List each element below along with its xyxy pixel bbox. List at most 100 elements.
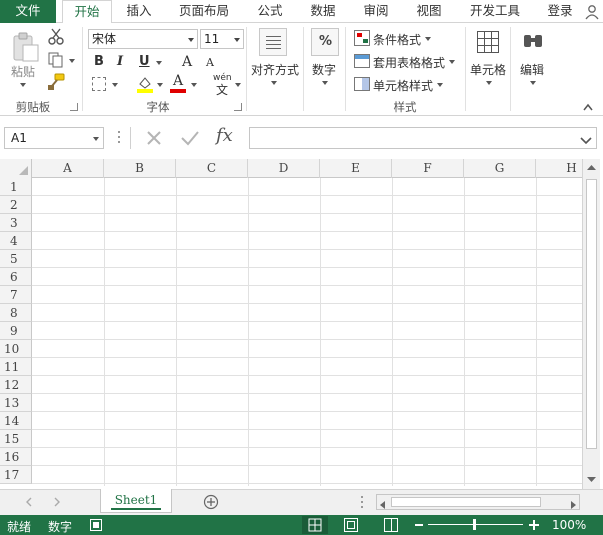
name-box[interactable]: A1 <box>4 127 104 149</box>
number-dropdown-icon[interactable] <box>322 81 328 85</box>
cells-icon[interactable] <box>477 31 499 53</box>
horizontal-scrollbar[interactable] <box>376 494 580 510</box>
row-header-4[interactable]: 4 <box>0 232 32 250</box>
editing-label[interactable]: 编辑 <box>520 61 544 78</box>
row-header-3[interactable]: 3 <box>0 214 32 232</box>
number-format-icon[interactable]: % <box>311 28 339 56</box>
insert-function-icon[interactable]: fx <box>216 125 242 149</box>
column-header-C[interactable]: C <box>176 159 248 178</box>
cells-dropdown-icon[interactable] <box>486 81 492 85</box>
format-as-table-icon[interactable] <box>354 54 370 68</box>
paste-icon[interactable] <box>10 31 40 63</box>
phonetic-icon[interactable]: wén 文 <box>212 73 232 97</box>
column-header-E[interactable]: E <box>320 159 392 178</box>
conditional-format-dropdown-icon[interactable] <box>425 37 431 41</box>
zoom-level[interactable]: 100% <box>552 518 586 532</box>
column-header-F[interactable]: F <box>392 159 464 178</box>
clipboard-dialog-launcher[interactable] <box>70 103 78 111</box>
font-size-select[interactable]: 11 <box>200 29 244 49</box>
page-layout-view-icon[interactable] <box>344 518 358 532</box>
vertical-scrollbar[interactable] <box>582 159 600 489</box>
conditional-format-button[interactable]: 条件格式 <box>373 31 421 48</box>
row-header-9[interactable]: 9 <box>0 322 32 340</box>
column-header-G[interactable]: G <box>464 159 536 178</box>
macro-record-icon[interactable] <box>90 519 102 531</box>
italic-button[interactable]: I <box>117 54 123 69</box>
paste-dropdown-icon[interactable] <box>20 83 26 87</box>
tab-view[interactable]: 视图 <box>407 0 451 23</box>
collapse-ribbon-icon[interactable] <box>583 100 593 111</box>
sign-in-link[interactable]: 登录 <box>540 0 580 23</box>
row-header-14[interactable]: 14 <box>0 412 32 430</box>
find-binoculars-icon[interactable] <box>522 31 544 51</box>
zoom-slider-thumb[interactable] <box>473 519 476 530</box>
confirm-entry-icon[interactable] <box>180 129 200 147</box>
borders-icon[interactable] <box>92 77 106 91</box>
fill-color-icon[interactable] <box>136 75 154 93</box>
format-as-table-dropdown-icon[interactable] <box>449 60 455 64</box>
tab-file[interactable]: 文件 <box>0 0 56 23</box>
scroll-left-icon[interactable] <box>379 498 387 509</box>
underline-dropdown-icon[interactable] <box>156 61 162 65</box>
column-header-D[interactable]: D <box>248 159 320 178</box>
format-as-table-button[interactable]: 套用表格格式 <box>373 54 445 71</box>
add-sheet-icon[interactable] <box>203 494 219 510</box>
conditional-format-icon[interactable] <box>354 30 370 46</box>
account-icon[interactable] <box>584 4 600 20</box>
zoom-slider[interactable] <box>428 519 523 530</box>
tab-insert[interactable]: 插入 <box>116 0 162 23</box>
copy-dropdown-icon[interactable] <box>69 59 75 63</box>
number-label[interactable]: 数字 <box>312 61 336 78</box>
row-header-2[interactable]: 2 <box>0 196 32 214</box>
paste-label[interactable]: 粘贴 <box>11 63 35 80</box>
cell-styles-icon[interactable] <box>354 77 370 91</box>
font-color-dropdown-icon[interactable] <box>191 83 197 87</box>
tab-split-grip-icon[interactable] <box>360 496 364 510</box>
tab-developer[interactable]: 开发工具 <box>460 0 530 23</box>
scroll-up-icon[interactable] <box>583 159 600 176</box>
formula-bar-grip-icon[interactable] <box>117 131 121 145</box>
borders-dropdown-icon[interactable] <box>112 83 118 87</box>
cell-styles-button[interactable]: 单元格样式 <box>373 77 433 94</box>
row-header-13[interactable]: 13 <box>0 394 32 412</box>
tab-home[interactable]: 开始 <box>62 0 112 24</box>
underline-button[interactable]: U <box>139 54 150 69</box>
worksheet-grid[interactable]: A B C D E F G H 1 2 3 4 5 6 7 8 9 10 11 … <box>0 159 582 486</box>
row-header-8[interactable]: 8 <box>0 304 32 322</box>
row-header-15[interactable]: 15 <box>0 430 32 448</box>
formula-input[interactable] <box>249 127 597 149</box>
zoom-in-icon[interactable] <box>529 520 539 530</box>
row-header-6[interactable]: 6 <box>0 268 32 286</box>
prev-sheet-icon[interactable] <box>24 496 34 508</box>
tab-data[interactable]: 数据 <box>301 0 345 23</box>
bold-button[interactable]: B <box>94 54 104 69</box>
alignment-label[interactable]: 对齐方式 <box>251 61 299 78</box>
page-break-preview-icon[interactable] <box>384 518 398 532</box>
fill-color-dropdown-icon[interactable] <box>157 83 163 87</box>
row-header-17[interactable]: 17 <box>0 466 32 484</box>
cell-styles-dropdown-icon[interactable] <box>437 83 443 87</box>
row-header-16[interactable]: 16 <box>0 448 32 466</box>
font-color-icon[interactable]: A <box>170 73 186 93</box>
format-painter-icon[interactable] <box>47 73 65 91</box>
tab-review[interactable]: 审阅 <box>354 0 398 23</box>
shrink-font-button[interactable]: A <box>206 56 214 69</box>
row-header-11[interactable]: 11 <box>0 358 32 376</box>
column-header-H[interactable]: H <box>536 159 582 178</box>
font-name-select[interactable]: 宋体 <box>88 29 198 49</box>
tab-page-layout[interactable]: 页面布局 <box>170 0 238 23</box>
normal-view-icon[interactable] <box>302 516 328 534</box>
row-header-5[interactable]: 5 <box>0 250 32 268</box>
horizontal-scroll-thumb[interactable] <box>391 497 541 507</box>
cancel-entry-icon[interactable] <box>145 129 163 147</box>
next-sheet-icon[interactable] <box>52 496 62 508</box>
cells-label[interactable]: 单元格 <box>470 61 506 78</box>
row-header-12[interactable]: 12 <box>0 376 32 394</box>
cut-icon[interactable] <box>47 28 65 46</box>
expand-formula-bar-icon[interactable] <box>580 134 592 145</box>
select-all-button[interactable] <box>0 159 32 178</box>
column-header-A[interactable]: A <box>32 159 104 178</box>
tab-formulas[interactable]: 公式 <box>248 0 292 23</box>
column-header-B[interactable]: B <box>104 159 176 178</box>
font-dialog-launcher[interactable] <box>234 103 242 111</box>
